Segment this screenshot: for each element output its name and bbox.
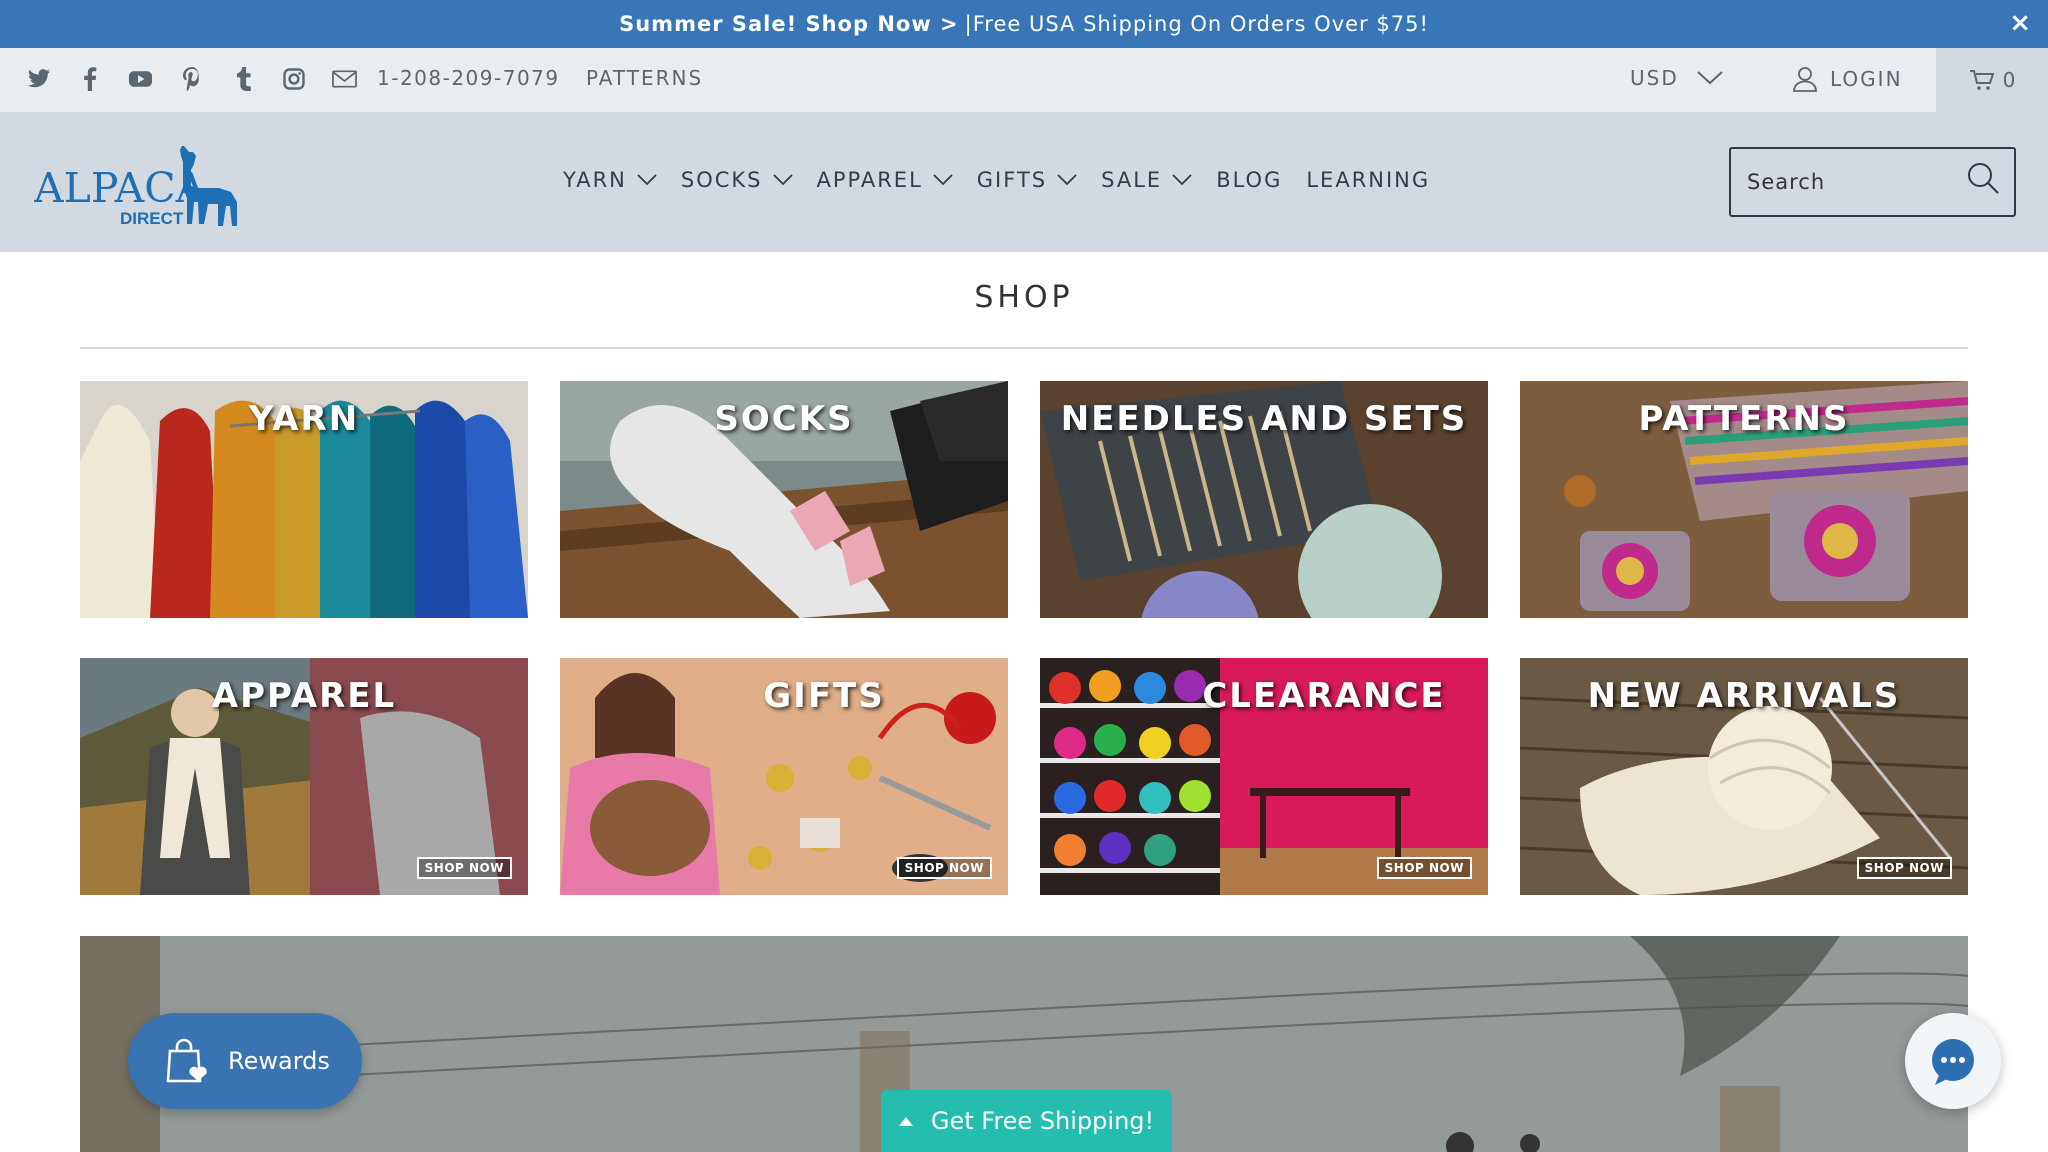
nav-apparel[interactable]: APPAREL [817, 168, 953, 192]
mail-icon[interactable] [332, 66, 357, 91]
tile-clearance-label: CLEARANCE [1202, 676, 1446, 716]
tile-patterns-label: PATTERNS [1638, 399, 1850, 439]
nav-blog-label: BLOG [1216, 168, 1283, 192]
chevron-down-icon [1697, 71, 1723, 85]
phone-number[interactable]: 1-208-209-7079 [377, 66, 560, 90]
nav-socks[interactable]: SOCKS [681, 168, 793, 192]
chevron-down-icon [637, 174, 657, 186]
tile-gifts-shop-now[interactable]: SHOP NOW [896, 857, 992, 879]
tile-apparel-shop-now[interactable]: SHOP NOW [416, 857, 512, 879]
nav-sale[interactable]: SALE [1101, 168, 1192, 192]
tile-gifts-label: GIFTS [763, 676, 885, 716]
site-header: ALPACA DIRECT YARN SOCKS APPAREL GIFTS S… [0, 112, 2048, 252]
search-input[interactable] [1745, 167, 1945, 197]
tile-yarn[interactable]: YARN [80, 381, 528, 618]
alpaca-silhouette-icon [180, 146, 237, 226]
nav-sale-label: SALE [1101, 168, 1163, 192]
login-link[interactable]: LOGIN [1792, 66, 1903, 92]
divider [80, 347, 1968, 349]
social-links [26, 66, 357, 91]
promo-shipping-text: |Free USA Shipping On Orders Over $75! [964, 12, 1429, 36]
utility-bar: 1-208-209-7079 PATTERNS USD LOGIN 0 [0, 48, 2048, 112]
tile-new-arrivals-shop-now[interactable]: SHOP NOW [1856, 857, 1952, 879]
logo-main-text: ALPACA [34, 164, 207, 212]
nav-yarn-label: YARN [563, 168, 627, 192]
shopping-bag-heart-icon [166, 1038, 207, 1083]
tile-socks-label: SOCKS [714, 399, 854, 439]
logo-sub-text: DIRECT [120, 209, 184, 228]
cart-button[interactable]: 0 [1936, 48, 2048, 112]
shop-title: SHOP [974, 280, 1074, 315]
search-box [1729, 147, 2016, 217]
chevron-down-icon [1172, 174, 1192, 186]
tile-apparel[interactable]: APPAREL SHOP NOW [80, 658, 528, 895]
nav-gifts-label: GIFTS [976, 168, 1048, 192]
chevron-down-icon [933, 174, 953, 186]
currency-value: USD [1630, 66, 1679, 90]
tile-new-arrivals-label: NEW ARRIVALS [1587, 676, 1901, 716]
nav-blog[interactable]: BLOG [1216, 168, 1282, 192]
rewards-button[interactable]: Rewards [128, 1013, 362, 1109]
tile-apparel-label: APPAREL [211, 676, 397, 716]
tile-clearance[interactable]: CLEARANCE SHOP NOW [1040, 658, 1488, 895]
tile-needles-and-sets[interactable]: NEEDLES AND SETS [1040, 381, 1488, 618]
patterns-link[interactable]: PATTERNS [586, 66, 703, 90]
caret-up-icon [898, 1116, 913, 1126]
rewards-label: Rewards [228, 1047, 330, 1075]
currency-selector[interactable]: USD [1630, 66, 1723, 90]
tile-new-arrivals[interactable]: NEW ARRIVALS SHOP NOW [1520, 658, 1968, 895]
cart-count: 0 [2002, 68, 2016, 92]
nav-gifts[interactable]: GIFTS [977, 168, 1077, 192]
search-icon[interactable] [1966, 161, 2000, 199]
chevron-down-icon [772, 174, 793, 186]
tile-clearance-shop-now[interactable]: SHOP NOW [1376, 857, 1472, 879]
instagram-icon[interactable] [281, 66, 306, 91]
chat-bubble-icon [1932, 1039, 1974, 1085]
login-label: LOGIN [1830, 67, 1903, 91]
twitter-icon[interactable] [26, 66, 51, 91]
main-nav: YARN SOCKS APPAREL GIFTS SALE BLOG LEARN… [563, 168, 1454, 192]
promo-bar: Summer Sale! Shop Now > |Free USA Shippi… [0, 0, 2048, 48]
pinterest-icon[interactable] [179, 66, 204, 91]
tile-needles-label: NEEDLES AND SETS [1060, 399, 1468, 439]
tile-yarn-label: YARN [248, 399, 360, 439]
nav-learning-label: LEARNING [1306, 168, 1431, 192]
nav-yarn[interactable]: YARN [563, 168, 657, 192]
tumblr-icon[interactable] [230, 66, 255, 91]
alpaca-direct-logo[interactable]: ALPACA DIRECT [33, 142, 244, 228]
nav-socks-label: SOCKS [680, 168, 763, 192]
cart-icon [1969, 70, 1995, 90]
tile-socks[interactable]: SOCKS [560, 381, 1008, 618]
chat-button[interactable] [1905, 1013, 2001, 1109]
user-icon [1793, 67, 1817, 92]
youtube-icon[interactable] [128, 66, 153, 91]
free-shipping-label: Get Free Shipping! [930, 1107, 1155, 1135]
chevron-down-icon [1057, 174, 1077, 186]
nav-learning[interactable]: LEARNING [1306, 168, 1430, 192]
nav-apparel-label: APPAREL [816, 168, 923, 192]
promo-shop-link[interactable]: Summer Sale! Shop Now > [619, 12, 959, 36]
facebook-icon[interactable] [77, 66, 102, 91]
free-shipping-bar[interactable]: Get Free Shipping! [881, 1090, 1172, 1152]
close-promo-button[interactable]: × [2009, 8, 2032, 38]
tile-patterns[interactable]: PATTERNS [1520, 381, 1968, 618]
tile-gifts[interactable]: GIFTS SHOP NOW [560, 658, 1008, 895]
